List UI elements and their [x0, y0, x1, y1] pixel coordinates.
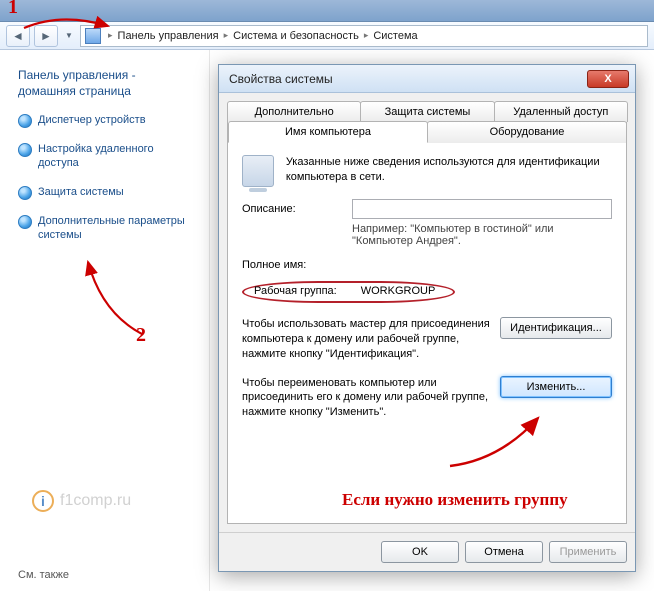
shield-icon — [18, 186, 32, 200]
intro-text: Указанные ниже сведения используются для… — [286, 155, 612, 185]
tabs-row-upper: Дополнительно Защита системы Удаленный д… — [227, 101, 627, 122]
identify-block: Чтобы использовать мастер для присоедине… — [242, 317, 612, 362]
description-label: Описание: — [242, 203, 342, 215]
description-hint: Например: "Компьютер в гостиной" или "Ко… — [352, 223, 612, 247]
fullname-row: Полное имя: — [242, 259, 612, 271]
change-button[interactable]: Изменить... — [500, 376, 612, 398]
fullname-label: Полное имя: — [242, 259, 342, 271]
dialog-body: Дополнительно Защита системы Удаленный д… — [219, 93, 635, 532]
breadcrumb-item[interactable]: Панель управления — [118, 30, 219, 42]
chevron-right-icon: ▸ — [105, 30, 116, 41]
sidebar-link-remote-settings[interactable]: Настройка удаленного доступа — [18, 142, 195, 171]
nav-history-dropdown[interactable]: ▼ — [62, 25, 76, 47]
breadcrumb-item[interactable]: Система и безопасность — [233, 30, 359, 42]
control-panel-icon — [85, 28, 101, 44]
change-block: Чтобы переименовать компьютер или присое… — [242, 376, 612, 421]
workgroup-highlight: Рабочая группа: WORKGROUP — [242, 281, 455, 303]
workgroup-value: WORKGROUP — [361, 285, 436, 297]
sidebar-link-device-manager[interactable]: Диспетчер устройств — [18, 113, 195, 128]
dialog-title: Свойства системы — [229, 72, 333, 86]
change-text: Чтобы переименовать компьютер или присое… — [242, 376, 492, 421]
watermark-icon: i — [32, 490, 54, 512]
description-row: Описание: — [242, 199, 612, 219]
close-button[interactable]: X — [587, 70, 629, 88]
tabs-row-lower: Имя компьютера Оборудование — [228, 121, 626, 143]
sidebar-link-advanced-settings[interactable]: Дополнительные параметры системы — [18, 214, 195, 243]
workgroup-label: Рабочая группа: — [254, 285, 337, 297]
breadcrumb[interactable]: ▸ Панель управления ▸ Система и безопасн… — [80, 25, 648, 47]
window-titlebar — [0, 0, 654, 22]
navigation-bar: ◄ ► ▼ ▸ Панель управления ▸ Система и бе… — [0, 22, 654, 50]
tab-advanced[interactable]: Дополнительно — [227, 101, 361, 122]
intro-block: Указанные ниже сведения используются для… — [242, 155, 612, 187]
tab-computer-name[interactable]: Имя компьютера — [228, 121, 428, 143]
sidebar-link-label: Дополнительные параметры системы — [38, 214, 195, 243]
shield-icon — [18, 215, 32, 229]
sidebar-see-also: См. также — [18, 329, 195, 581]
nav-forward-button[interactable]: ► — [34, 25, 58, 47]
chevron-right-icon: ▸ — [361, 30, 372, 41]
sidebar-title[interactable]: Панель управления - домашняя страница — [18, 68, 195, 99]
cancel-button[interactable]: Отмена — [465, 541, 543, 563]
sidebar-link-label: Настройка удаленного доступа — [38, 142, 195, 171]
shield-icon — [18, 143, 32, 157]
identify-button[interactable]: Идентификация... — [500, 317, 612, 339]
computer-icon — [242, 155, 274, 187]
chevron-right-icon: ▸ — [221, 30, 232, 41]
tab-remote[interactable]: Удаленный доступ — [494, 101, 628, 122]
watermark-text: f1comp.ru — [60, 492, 131, 510]
identify-text: Чтобы использовать мастер для присоедине… — [242, 317, 492, 362]
sidebar-link-system-protection[interactable]: Защита системы — [18, 185, 195, 200]
tabpane-computer-name: Указанные ниже сведения используются для… — [228, 143, 626, 523]
sidebar-link-label: Диспетчер устройств — [38, 113, 146, 127]
tab-protection[interactable]: Защита системы — [360, 101, 494, 122]
shield-icon — [18, 114, 32, 128]
annotation-caption: Если нужно изменить группу — [342, 490, 568, 510]
apply-button[interactable]: Применить — [549, 541, 627, 563]
description-input[interactable] — [352, 199, 612, 219]
nav-back-button[interactable]: ◄ — [6, 25, 30, 47]
tab-hardware[interactable]: Оборудование — [427, 121, 627, 143]
ok-button[interactable]: OK — [381, 541, 459, 563]
dialog-footer: OK Отмена Применить — [219, 532, 635, 571]
watermark: i f1comp.ru — [32, 490, 131, 512]
annotation-number-2: 2 — [136, 324, 146, 347]
annotation-number-1: 1 — [8, 0, 18, 19]
sidebar-link-label: Защита системы — [38, 185, 124, 199]
dialog-titlebar[interactable]: Свойства системы X — [219, 65, 635, 93]
breadcrumb-item[interactable]: Система — [373, 30, 417, 42]
